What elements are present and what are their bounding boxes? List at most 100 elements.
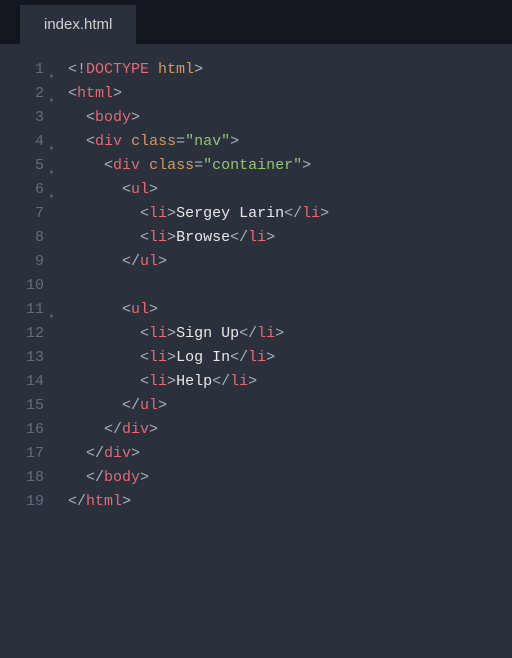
code-token: </ bbox=[68, 493, 86, 510]
code-line[interactable]: <ul> bbox=[68, 178, 329, 202]
code-token: <! bbox=[68, 61, 86, 78]
fold-icon[interactable]: ▾ bbox=[49, 161, 54, 185]
code-token: Log In bbox=[176, 349, 230, 366]
line-number[interactable]: 15 bbox=[0, 394, 44, 418]
code-token: > bbox=[266, 229, 275, 246]
code-token: </ bbox=[284, 205, 302, 222]
code-line[interactable]: <li>Help</li> bbox=[68, 370, 329, 394]
code-token: > bbox=[275, 325, 284, 342]
code-token bbox=[68, 397, 122, 414]
code-line[interactable]: </ul> bbox=[68, 394, 329, 418]
line-number[interactable]: 14 bbox=[0, 370, 44, 394]
code-line[interactable]: </body> bbox=[68, 466, 329, 490]
code-token: > bbox=[113, 85, 122, 102]
code-area[interactable]: <!DOCTYPE html><html> <body> <div class=… bbox=[50, 58, 329, 658]
line-number[interactable]: 5▾ bbox=[0, 154, 44, 178]
code-token: > bbox=[131, 109, 140, 126]
code-token: > bbox=[167, 373, 176, 390]
code-line[interactable]: <html> bbox=[68, 82, 329, 106]
code-token bbox=[68, 445, 86, 462]
line-number[interactable]: 9 bbox=[0, 250, 44, 274]
code-editor[interactable]: 1▾2▾34▾5▾6▾7891011▾1213141516171819 <!DO… bbox=[0, 44, 512, 658]
code-token: > bbox=[230, 133, 239, 150]
code-token bbox=[68, 253, 122, 270]
code-token: body bbox=[104, 469, 140, 486]
code-token: < bbox=[104, 157, 113, 174]
code-token: li bbox=[248, 229, 266, 246]
line-number[interactable]: 3 bbox=[0, 106, 44, 130]
code-token: html bbox=[77, 85, 113, 102]
fold-icon[interactable]: ▾ bbox=[49, 89, 54, 113]
code-token: li bbox=[149, 373, 167, 390]
line-number[interactable]: 13 bbox=[0, 346, 44, 370]
line-number[interactable]: 4▾ bbox=[0, 130, 44, 154]
line-number[interactable]: 17 bbox=[0, 442, 44, 466]
line-number[interactable]: 2▾ bbox=[0, 82, 44, 106]
code-line[interactable]: <li>Browse</li> bbox=[68, 226, 329, 250]
line-number[interactable]: 19 bbox=[0, 490, 44, 514]
line-number[interactable]: 11▾ bbox=[0, 298, 44, 322]
line-number[interactable]: 1▾ bbox=[0, 58, 44, 82]
fold-icon[interactable]: ▾ bbox=[49, 137, 54, 161]
line-number[interactable]: 7 bbox=[0, 202, 44, 226]
line-number[interactable]: 6▾ bbox=[0, 178, 44, 202]
code-token: li bbox=[149, 205, 167, 222]
line-number[interactable]: 16 bbox=[0, 418, 44, 442]
code-token: < bbox=[68, 85, 77, 102]
code-line[interactable]: <div class="container"> bbox=[68, 154, 329, 178]
code-token: </ bbox=[122, 253, 140, 270]
code-token: > bbox=[140, 469, 149, 486]
code-token bbox=[68, 229, 140, 246]
code-token: > bbox=[248, 373, 257, 390]
code-line[interactable]: <ul> bbox=[68, 298, 329, 322]
line-number[interactable]: 8 bbox=[0, 226, 44, 250]
code-token: < bbox=[86, 109, 95, 126]
code-line[interactable] bbox=[68, 274, 329, 298]
code-token bbox=[68, 205, 140, 222]
tab-file[interactable]: index.html bbox=[20, 5, 136, 44]
code-token: html bbox=[149, 61, 194, 78]
code-token: </ bbox=[239, 325, 257, 342]
code-token: ul bbox=[140, 397, 158, 414]
code-token: div bbox=[113, 157, 140, 174]
code-line[interactable]: <!DOCTYPE html> bbox=[68, 58, 329, 82]
code-line[interactable]: <li>Sergey Larin</li> bbox=[68, 202, 329, 226]
code-token bbox=[68, 421, 104, 438]
code-token: li bbox=[248, 349, 266, 366]
code-token: < bbox=[140, 373, 149, 390]
code-token: > bbox=[131, 445, 140, 462]
code-line[interactable]: <body> bbox=[68, 106, 329, 130]
fold-icon[interactable]: ▾ bbox=[49, 305, 54, 329]
code-token: < bbox=[86, 133, 95, 150]
code-token: Sergey Larin bbox=[176, 205, 284, 222]
code-token: < bbox=[140, 325, 149, 342]
code-token: < bbox=[122, 301, 131, 318]
code-token: > bbox=[122, 493, 131, 510]
code-token bbox=[68, 133, 86, 150]
code-line[interactable]: </html> bbox=[68, 490, 329, 514]
line-number[interactable]: 10 bbox=[0, 274, 44, 298]
code-token bbox=[68, 373, 140, 390]
fold-icon[interactable]: ▾ bbox=[49, 65, 54, 89]
code-token bbox=[68, 469, 86, 486]
code-token: div bbox=[104, 445, 131, 462]
code-token: < bbox=[122, 181, 131, 198]
code-token: li bbox=[302, 205, 320, 222]
code-line[interactable]: </ul> bbox=[68, 250, 329, 274]
code-line[interactable]: <li>Sign Up</li> bbox=[68, 322, 329, 346]
code-line[interactable]: <li>Log In</li> bbox=[68, 346, 329, 370]
code-token: </ bbox=[122, 397, 140, 414]
code-line[interactable]: </div> bbox=[68, 442, 329, 466]
code-line[interactable]: <div class="nav"> bbox=[68, 130, 329, 154]
code-token: = bbox=[176, 133, 185, 150]
fold-icon[interactable]: ▾ bbox=[49, 185, 54, 209]
code-token: "nav" bbox=[185, 133, 230, 150]
code-token: DOCTYPE bbox=[86, 61, 149, 78]
code-token: = bbox=[194, 157, 203, 174]
code-token: div bbox=[95, 133, 122, 150]
line-number[interactable]: 18 bbox=[0, 466, 44, 490]
code-line[interactable]: </div> bbox=[68, 418, 329, 442]
code-token: > bbox=[149, 421, 158, 438]
line-number[interactable]: 12 bbox=[0, 322, 44, 346]
code-token: > bbox=[167, 349, 176, 366]
